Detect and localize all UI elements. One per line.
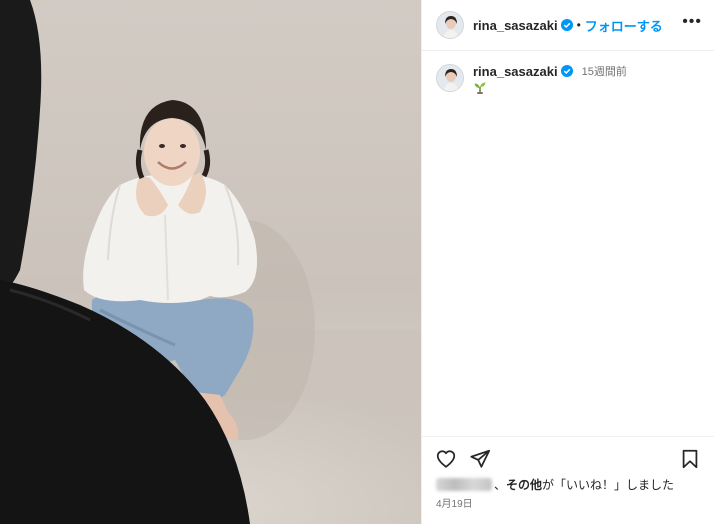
seedling-icon	[474, 82, 486, 94]
caption-emoji	[473, 81, 627, 95]
post-photo-image	[0, 0, 421, 524]
post-date[interactable]: 4月19日	[436, 495, 473, 510]
likes-summary: 、 その他 が「いいね！」しました	[436, 476, 674, 493]
caption-username[interactable]: rina_sasazaki	[473, 64, 558, 79]
bookmark-icon[interactable]	[679, 448, 701, 470]
header-username[interactable]: rina_sasazaki	[473, 18, 558, 33]
post-side-panel: rina_sasazaki • フォローする ••• rina_sasazaki	[421, 0, 714, 524]
verified-badge-icon	[560, 19, 573, 31]
likes-separator: 、	[494, 478, 507, 492]
more-options-icon[interactable]: •••	[682, 14, 702, 36]
post-caption: rina_sasazaki 15週間前	[422, 51, 714, 95]
caption-avatar[interactable]	[436, 64, 464, 92]
avatar-image	[437, 12, 463, 38]
likes-text: が「いいね！」しました	[542, 478, 675, 492]
likes-others-link[interactable]: その他	[506, 476, 542, 493]
caption-timestamp[interactable]: 15週間前	[582, 63, 627, 79]
avatar[interactable]	[436, 11, 464, 39]
follow-button[interactable]: フォローする	[585, 16, 663, 35]
heart-icon[interactable]	[435, 448, 457, 470]
post-photo[interactable]	[0, 0, 421, 524]
send-icon[interactable]	[469, 448, 491, 470]
header-separator: •	[576, 18, 581, 32]
post-actions: 、 その他 が「いいね！」しました 4月19日	[422, 436, 714, 524]
post-header: rina_sasazaki • フォローする •••	[422, 0, 714, 51]
caption-avatar-image	[437, 65, 463, 91]
caption-verified-badge-icon	[560, 65, 573, 77]
blurred-liker-name	[436, 478, 492, 491]
